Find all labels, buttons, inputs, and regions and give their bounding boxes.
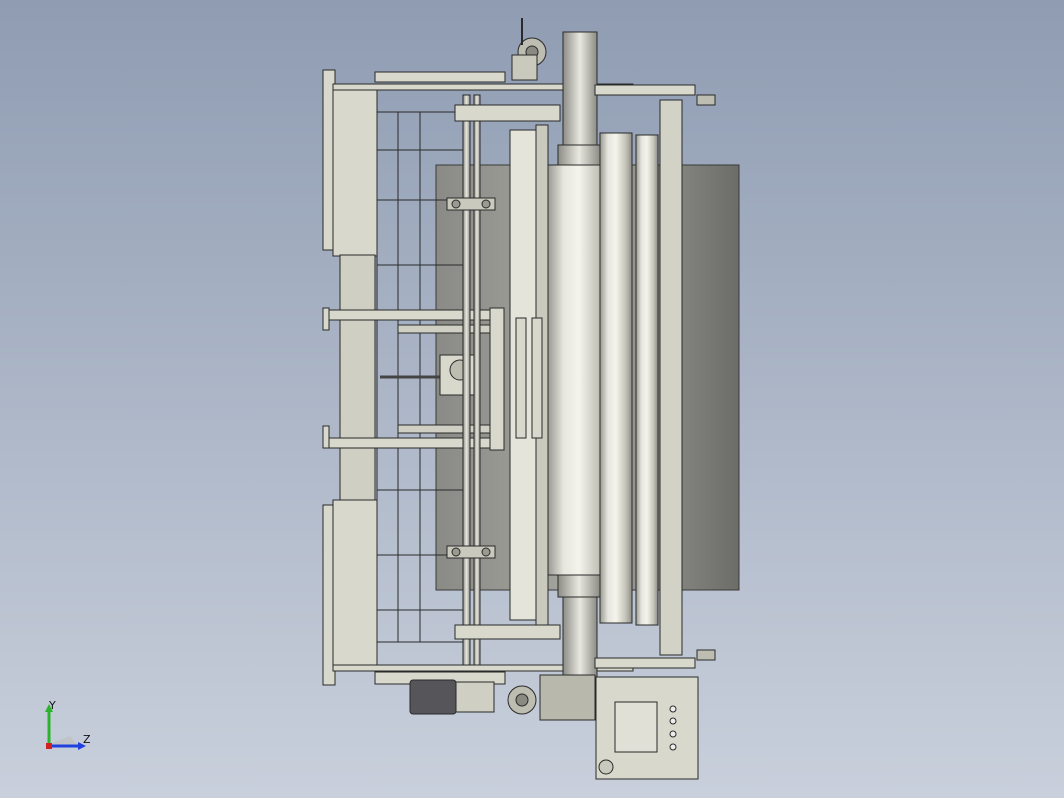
bottom-shaft-bracket [454,624,561,640]
control-button-2 [669,717,677,725]
left-frame-panel-top [332,87,378,257]
secondary-roll-2 [635,134,659,626]
control-button-1 [669,705,677,713]
main-roll-top-hub [557,144,601,166]
right-edge-rail [659,99,683,656]
control-button-4 [669,743,677,751]
control-button-3 [669,730,677,738]
bottom-right-plate [594,657,696,669]
cad-viewport[interactable] [0,0,1064,798]
top-shaft-bracket [454,104,561,122]
left-frame-rail [339,254,376,501]
main-roll-bottom-hub [557,574,601,598]
right-shaft [473,94,481,666]
left-frame-panel-bottom [332,499,378,669]
drive-motor-gearbox [455,681,495,713]
secondary-roll-1 [599,132,633,624]
coordinate-triad: Y Z [40,700,100,760]
main-roll-top-shaft [562,31,598,146]
drive-motor-body [409,679,457,715]
control-box-knob [598,759,614,775]
left-shaft [462,94,471,666]
triad-z-label: Z [83,733,91,746]
control-box-screen [614,701,658,753]
top-right-plate [594,84,696,96]
triad-y-label: Y [49,699,56,712]
top-bracket-bar [374,71,506,83]
